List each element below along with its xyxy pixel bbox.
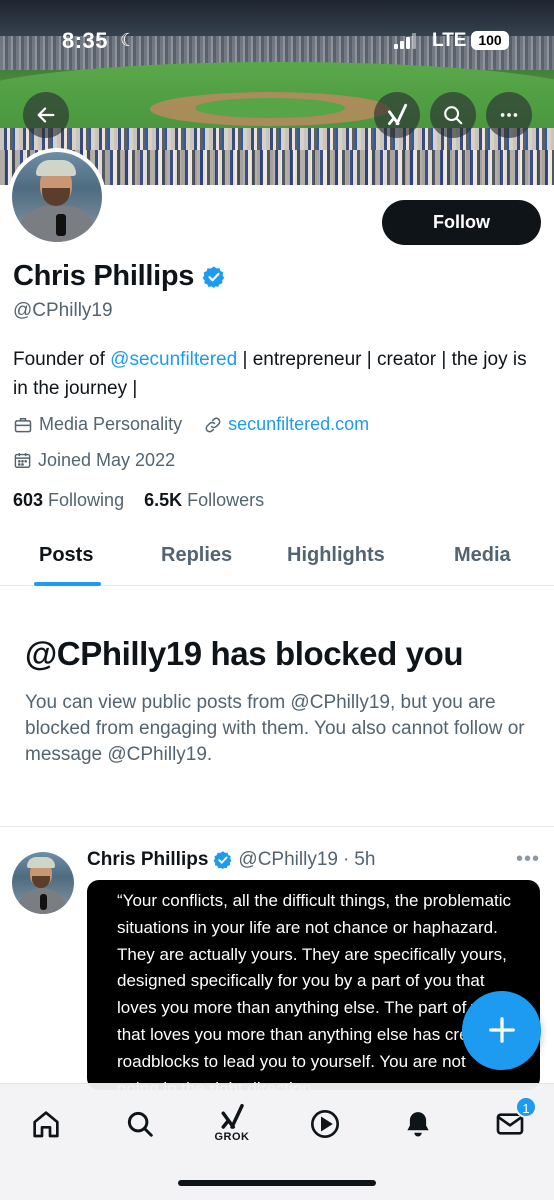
- post-avatar[interactable]: [12, 852, 74, 914]
- profile-joined-date: Joined May 2022: [38, 450, 176, 470]
- more-icon: [500, 113, 518, 117]
- battery-icon: 100: [471, 31, 509, 50]
- quote-text: “Your conflicts, all the difficult thing…: [117, 891, 512, 1090]
- more-button[interactable]: [486, 92, 532, 138]
- grok-icon: [388, 103, 408, 126]
- back-button[interactable]: [23, 92, 69, 138]
- profile-meta-row: Media Personality secunfiltered.com: [13, 414, 369, 435]
- nav-grok-label: GROK: [214, 1131, 250, 1143]
- status-bar: 8:35 ☾ LTE 100: [0, 0, 554, 80]
- profile-tabs: Posts Replies Highlights Media: [0, 530, 554, 586]
- home-icon: [33, 1111, 59, 1138]
- calendar-icon: [14, 452, 31, 468]
- verified-badge-icon: [213, 851, 232, 870]
- profile-website-link[interactable]: secunfiltered.com: [228, 414, 369, 435]
- profile-name-row: Chris Phillips: [13, 260, 226, 293]
- post-image-quote[interactable]: “Your conflicts, all the difficult thing…: [87, 880, 540, 1090]
- following-count[interactable]: 603: [13, 490, 43, 511]
- blocked-title: @CPhilly19 has blocked you: [25, 635, 464, 672]
- signal-icon: [394, 33, 416, 49]
- play-circle-icon: [311, 1110, 339, 1138]
- home-indicator: [178, 1180, 376, 1186]
- verified-badge-icon[interactable]: [202, 265, 226, 289]
- divider: [0, 826, 554, 827]
- profile-name: Chris Phillips: [13, 260, 195, 292]
- nav-grok[interactable]: [210, 1102, 254, 1132]
- avatar-image: [12, 152, 102, 242]
- compose-button[interactable]: [462, 991, 541, 1070]
- profile-counts: 603 Following 6.5K Followers: [13, 490, 264, 511]
- post-author-name[interactable]: Chris Phillips: [87, 849, 208, 871]
- search-button[interactable]: [430, 92, 476, 138]
- post-more-icon[interactable]: •••: [516, 848, 540, 871]
- profile-bio: Founder of @secunfiltered | entrepreneur…: [13, 345, 538, 403]
- network-type: LTE: [432, 30, 467, 51]
- follow-button[interactable]: Follow: [382, 200, 541, 245]
- banner-infield-grass: [195, 98, 345, 118]
- search-icon: [127, 1111, 153, 1137]
- plus-icon: [488, 1017, 515, 1043]
- profile-category: Media Personality: [39, 414, 183, 434]
- link-icon: [205, 417, 221, 432]
- moon-icon: ☾: [120, 30, 137, 50]
- bell-icon: [407, 1112, 429, 1137]
- status-time: 8:35: [62, 28, 109, 53]
- nav-notifications[interactable]: [396, 1102, 440, 1146]
- following-label[interactable]: Following: [48, 490, 124, 511]
- messages-badge: 1: [515, 1096, 537, 1118]
- post-author-handle[interactable]: @CPhilly19: [238, 849, 338, 871]
- post-header: Chris Phillips @CPhilly19 · 5h: [87, 849, 375, 871]
- grok-icon: [221, 1104, 244, 1129]
- followers-label[interactable]: Followers: [187, 490, 264, 511]
- tab-posts[interactable]: Posts: [39, 544, 93, 567]
- tab-media[interactable]: Media: [454, 544, 511, 567]
- profile-joined-row: Joined May 2022: [13, 450, 175, 471]
- tab-highlights[interactable]: Highlights: [287, 544, 385, 567]
- nav-search[interactable]: [118, 1102, 162, 1146]
- briefcase-icon: [14, 417, 32, 432]
- post-timestamp[interactable]: 5h: [354, 849, 375, 871]
- nav-video[interactable]: [303, 1102, 347, 1146]
- arrow-left-icon: [37, 107, 55, 123]
- active-tab-indicator: [34, 582, 101, 586]
- post-separator: ·: [342, 849, 350, 870]
- profile-avatar[interactable]: [8, 148, 106, 246]
- search-icon: [444, 106, 463, 125]
- blocked-description: You can view public posts from @CPhilly1…: [25, 692, 525, 765]
- bio-mention-link[interactable]: @secunfiltered: [110, 349, 237, 370]
- nav-home[interactable]: [24, 1102, 68, 1146]
- profile-handle: @CPhilly19: [13, 300, 113, 321]
- followers-count[interactable]: 6.5K: [144, 490, 182, 511]
- bio-text: Founder of: [13, 349, 111, 370]
- grok-button[interactable]: [374, 92, 420, 138]
- tab-replies[interactable]: Replies: [161, 544, 232, 567]
